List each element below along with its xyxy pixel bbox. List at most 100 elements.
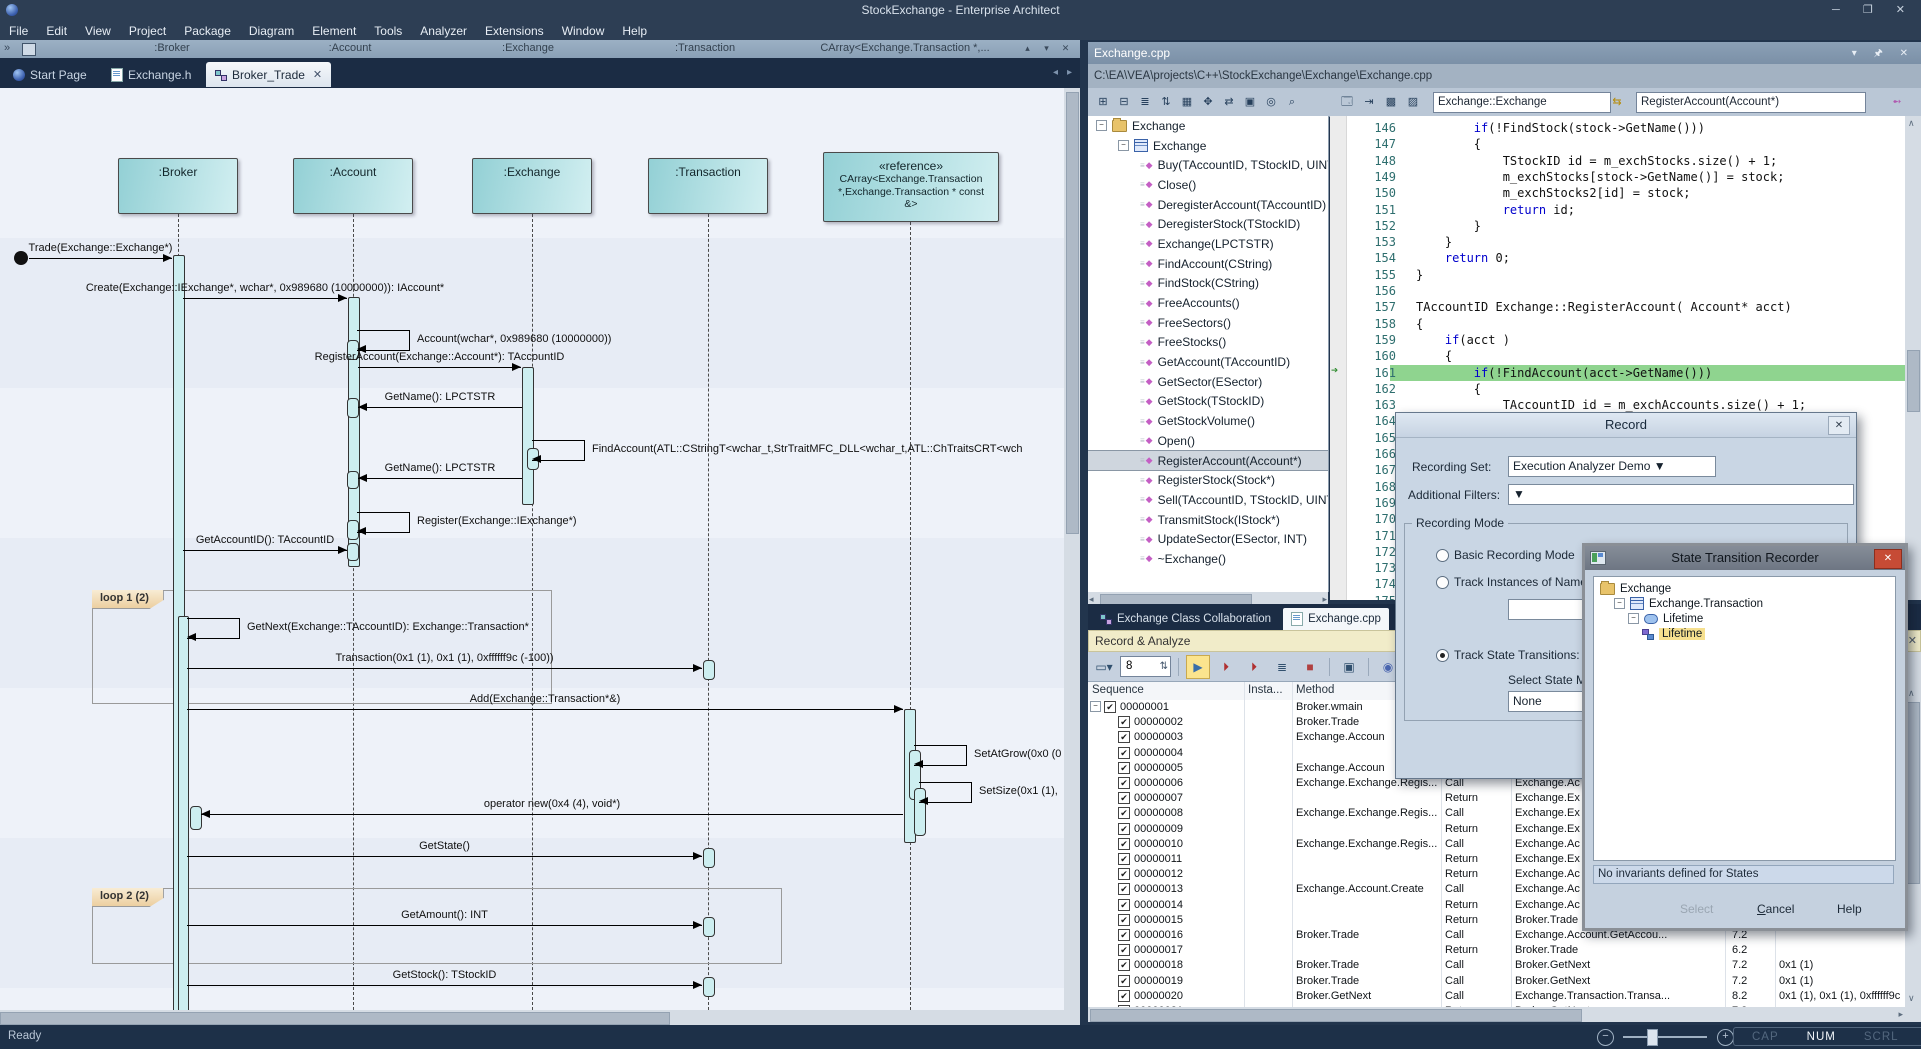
sequence-diagram-canvas[interactable]: :Broker:Account:Exchange:Transaction«ref… — [0, 88, 1064, 1010]
code-line-157[interactable]: TAccountID Exchange::RegisterAccount( Ac… — [1330, 299, 1905, 315]
table-row[interactable]: ✔00000018Broker.TradeCallBroker.GetNext7… — [1088, 958, 1905, 973]
code-line-152[interactable]: } — [1330, 218, 1905, 234]
step-in-button[interactable]: ⏵ — [1214, 655, 1238, 679]
menu-item-file[interactable]: File — [0, 23, 37, 39]
tree-item-open-[interactable]: ◆Open() — [1088, 431, 1328, 451]
window-controls[interactable]: ─ ❐ ✕ — [1832, 3, 1915, 16]
menu-item-view[interactable]: View — [76, 23, 120, 39]
menu-item-element[interactable]: Element — [303, 23, 365, 39]
row-checkbox[interactable]: ✔ — [1104, 701, 1116, 713]
basic-recording-radio[interactable] — [1436, 549, 1449, 562]
stop-button[interactable]: ■ — [1298, 655, 1322, 679]
code-line-163[interactable]: TAccountID id = m_exchAccounts.size() + … — [1330, 397, 1905, 413]
tree-item-deregisterstock-tstockid-[interactable]: ◆DeregisterStock(TStockID) — [1088, 214, 1328, 234]
menu-item-tools[interactable]: Tools — [365, 23, 411, 39]
ra-hscroll-thumb[interactable] — [1090, 1009, 1582, 1022]
editor-toolbar-icon-0[interactable]: ⊞ — [1094, 93, 1112, 111]
swap-function-icon[interactable]: ⇆ — [1608, 93, 1626, 111]
menu-item-analyzer[interactable]: Analyzer — [411, 23, 476, 39]
tree-item-registerstock-stock-[interactable]: ◆RegisterStock(Stock*) — [1088, 470, 1328, 490]
toolbar-overflow-chevron[interactable]: » — [4, 42, 10, 54]
collapse-up-icon[interactable]: ▴ — [1020, 42, 1035, 55]
tab-broker-trade[interactable]: Broker_Trade✕ — [206, 62, 331, 87]
lifeline-head-account[interactable]: :Account — [293, 158, 413, 214]
row-expander-icon[interactable]: − — [1090, 701, 1101, 712]
code-line-148[interactable]: TStockID id = m_exchStocks.size() + 1; — [1330, 153, 1905, 169]
str-tree-item-exchange-transaction[interactable]: −Exchange.Transaction — [1594, 596, 1895, 611]
row-checkbox[interactable]: ✔ — [1118, 762, 1130, 774]
menu-item-extensions[interactable]: Extensions — [476, 23, 553, 39]
code-line-146[interactable]: if(!FindStock(stock->GetName())) — [1330, 120, 1905, 136]
tree-expander-icon[interactable]: − — [1096, 120, 1107, 131]
row-checkbox[interactable]: ✔ — [1118, 777, 1130, 789]
step-over-button[interactable]: ≣ — [1270, 655, 1294, 679]
tree-item--exchange-[interactable]: ◆~Exchange() — [1088, 549, 1328, 569]
tree-item-updatesector-esector-int-[interactable]: ◆UpdateSector(ESector, INT) — [1088, 529, 1328, 549]
code-line-156[interactable] — [1330, 283, 1905, 299]
tree-item-getaccount-taccountid-[interactable]: ◆GetAccount(TAccountID) — [1088, 352, 1328, 372]
column-header-method[interactable]: Method — [1296, 684, 1334, 696]
ra-vscroll-up-icon[interactable]: ∧ — [1908, 688, 1915, 699]
zoom-out-icon[interactable]: − — [1597, 1029, 1614, 1046]
editor-vertical-scrollbar[interactable]: ∧ — [1905, 116, 1921, 600]
menu-item-package[interactable]: Package — [175, 23, 240, 39]
code-line-147[interactable]: { — [1330, 136, 1905, 152]
lifeline-head-carray-reference[interactable]: «reference»CArray<Exchange.Transaction*,… — [823, 152, 999, 222]
menu-item-diagram[interactable]: Diagram — [240, 23, 303, 39]
row-checkbox[interactable]: ✔ — [1118, 959, 1130, 971]
function-combo-right[interactable]: RegisterAccount(Account*) — [1636, 92, 1866, 113]
zoom-slider-track[interactable] — [1623, 1036, 1707, 1038]
tree-item-findstock-cstring-[interactable]: ◆FindStock(CString) — [1088, 274, 1328, 294]
tab-exchange-h[interactable]: Exchange.h — [102, 62, 200, 87]
row-checkbox[interactable]: ✔ — [1118, 838, 1130, 850]
tree-item-buy-taccountid-tstockid-uint-[interactable]: ◆Buy(TAccountID, TStockID, UINT) — [1088, 155, 1328, 175]
editor-toolbar-icon-8[interactable]: ◎ — [1262, 93, 1280, 111]
diagram-vertical-scrollbar[interactable] — [1064, 88, 1080, 1010]
str-dialog-close-icon[interactable]: ✕ — [1874, 549, 1902, 569]
str-tree-item-lifetime[interactable]: −Lifetime — [1594, 611, 1895, 626]
str-cancel-button[interactable]: Cancel — [1757, 902, 1794, 916]
row-checkbox[interactable]: ✔ — [1118, 792, 1130, 804]
column-header-sequence[interactable]: Sequence — [1092, 684, 1144, 696]
tree-item-freesectors-[interactable]: ◆FreeSectors() — [1088, 313, 1328, 333]
recording-set-combo[interactable]: Execution Analyzer Demo ▼ — [1508, 456, 1716, 477]
tree-expander-icon[interactable]: − — [1614, 598, 1625, 609]
str-tree-item-exchange[interactable]: Exchange — [1594, 581, 1895, 596]
table-row[interactable]: ✔00000020Broker.GetNextCallExchange.Tran… — [1088, 989, 1905, 1004]
tree-item-deregisteraccount-taccountid-[interactable]: ◆DeregisterAccount(TAccountID) — [1088, 195, 1328, 215]
row-checkbox[interactable]: ✔ — [1118, 747, 1130, 759]
zoom-in-icon[interactable]: + — [1717, 1029, 1734, 1046]
tree-item-getstock-tstockid-[interactable]: ◆GetStock(TStockID) — [1088, 392, 1328, 412]
lifeline-head-broker[interactable]: :Broker — [118, 158, 238, 214]
tree-item-close-[interactable]: ◆Close() — [1088, 175, 1328, 195]
editor-toolbar-midicon-1[interactable]: ⇥ — [1360, 93, 1378, 111]
row-checkbox[interactable]: ✔ — [1118, 731, 1130, 743]
tree-item-getstockvolume-[interactable]: ◆GetStockVolume() — [1088, 411, 1328, 431]
diagram-horizontal-scrollbar[interactable] — [0, 1010, 1080, 1025]
row-checkbox[interactable]: ✔ — [1118, 975, 1130, 987]
table-row[interactable]: ✔00000019Broker.TradeCallBroker.GetNext7… — [1088, 974, 1905, 989]
lifeline-head-transaction[interactable]: :Transaction — [648, 158, 768, 214]
editor-toolbar-icon-6[interactable]: ⇄ — [1220, 93, 1238, 111]
row-checkbox[interactable]: ✔ — [1118, 807, 1130, 819]
tab-scroll-left-icon[interactable]: ◂ — [1053, 67, 1058, 78]
editor-toolbar-icon-9[interactable]: ⌕ — [1283, 93, 1301, 111]
tree-item-exchange[interactable]: −Exchange — [1088, 116, 1328, 136]
editor-toolbar-icon-4[interactable]: ▦ — [1178, 93, 1196, 111]
panel-title-buttons[interactable]: ▾ 🖈 ✕ — [1852, 46, 1915, 63]
editor-toolbar-midicon-0[interactable]: 🗔 — [1338, 93, 1356, 111]
code-line-153[interactable]: } — [1330, 234, 1905, 250]
tab-scroll-right-icon[interactable]: ▸ — [1067, 67, 1072, 78]
editor-vscroll-up-icon[interactable]: ∧ — [1908, 118, 1915, 129]
editor-toolbar-icon-3[interactable]: ⇅ — [1157, 93, 1175, 111]
record-analyze-close-icon[interactable]: ✕ — [1908, 634, 1917, 647]
step-out-button[interactable]: ⏵ — [1242, 655, 1266, 679]
diagram-vscroll-thumb[interactable] — [1066, 92, 1079, 534]
code-line-155[interactable]: } — [1330, 267, 1905, 283]
recording-set-dropdown-icon[interactable]: ▼ — [1654, 459, 1666, 473]
tree-item-exchange[interactable]: −Exchange — [1088, 136, 1328, 156]
code-line-159[interactable]: if(acct ) — [1330, 332, 1905, 348]
function-combo-left[interactable]: Exchange::Exchange — [1433, 92, 1611, 113]
tree-item-freestocks-[interactable]: ◆FreeStocks() — [1088, 333, 1328, 353]
ra-vscroll-down-icon[interactable]: ∨ — [1908, 993, 1915, 1004]
